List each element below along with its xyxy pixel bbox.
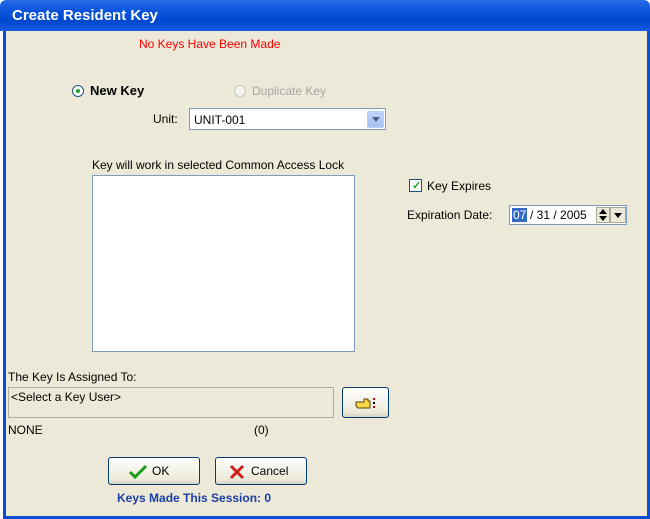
duplicate-key-radio[interactable]: Duplicate Key bbox=[234, 83, 354, 99]
ok-button[interactable]: OK bbox=[108, 457, 200, 485]
new-key-radio[interactable]: New Key bbox=[72, 83, 162, 99]
unit-value: UNIT-001 bbox=[194, 113, 246, 127]
expiration-date-picker[interactable]: 07 / 31 / 2005 bbox=[509, 205, 627, 225]
radio-selected-indicator bbox=[72, 85, 84, 97]
expiration-day-year[interactable]: / 31 / 2005 bbox=[530, 208, 587, 222]
common-access-lock-list[interactable] bbox=[92, 175, 355, 352]
new-key-label: New Key bbox=[90, 83, 145, 98]
key-expires-checkbox[interactable]: ✓ Key Expires bbox=[409, 179, 519, 195]
unit-label: Unit: bbox=[153, 112, 178, 126]
ok-label: OK bbox=[152, 464, 170, 478]
duplicate-key-label: Duplicate Key bbox=[252, 84, 327, 98]
cancel-label: Cancel bbox=[251, 464, 289, 478]
dialog-body: No Keys Have Been Made New Key Duplicate… bbox=[3, 31, 650, 519]
key-user-placeholder: <Select a Key User> bbox=[11, 390, 122, 404]
calendar-dropdown-icon[interactable] bbox=[610, 207, 626, 223]
create-resident-key-window: Create Resident Key No Keys Have Been Ma… bbox=[0, 0, 650, 519]
expiration-date-label: Expiration Date: bbox=[407, 208, 493, 222]
assigned-user-count: (0) bbox=[254, 423, 269, 437]
assigned-user-name: NONE bbox=[8, 423, 43, 437]
unit-select[interactable]: UNIT-001 bbox=[189, 108, 386, 130]
checkbox-box: ✓ bbox=[409, 179, 422, 192]
cancel-button[interactable]: Cancel bbox=[215, 457, 307, 485]
close-icon bbox=[229, 464, 245, 480]
lock-list-label: Key will work in selected Common Access … bbox=[92, 158, 345, 172]
checkmark-icon bbox=[129, 464, 147, 480]
checkmark-icon: ✓ bbox=[412, 180, 422, 192]
select-key-user-button[interactable] bbox=[342, 387, 389, 418]
status-message: No Keys Have Been Made bbox=[139, 37, 281, 51]
assigned-to-label: The Key Is Assigned To: bbox=[8, 370, 137, 384]
key-user-field[interactable]: <Select a Key User> bbox=[8, 387, 334, 418]
spin-updown-icon[interactable] bbox=[596, 207, 610, 223]
keys-made-session: Keys Made This Session: 0 bbox=[117, 491, 272, 505]
expiration-month[interactable]: 07 bbox=[512, 208, 528, 222]
chevron-down-icon[interactable] bbox=[367, 111, 384, 128]
window-title: Create Resident Key bbox=[12, 7, 158, 24]
hand-pointer-icon bbox=[355, 398, 375, 409]
radio-disabled-indicator bbox=[234, 85, 246, 97]
key-expires-label: Key Expires bbox=[427, 179, 492, 193]
title-bar[interactable]: Create Resident Key bbox=[0, 0, 650, 31]
